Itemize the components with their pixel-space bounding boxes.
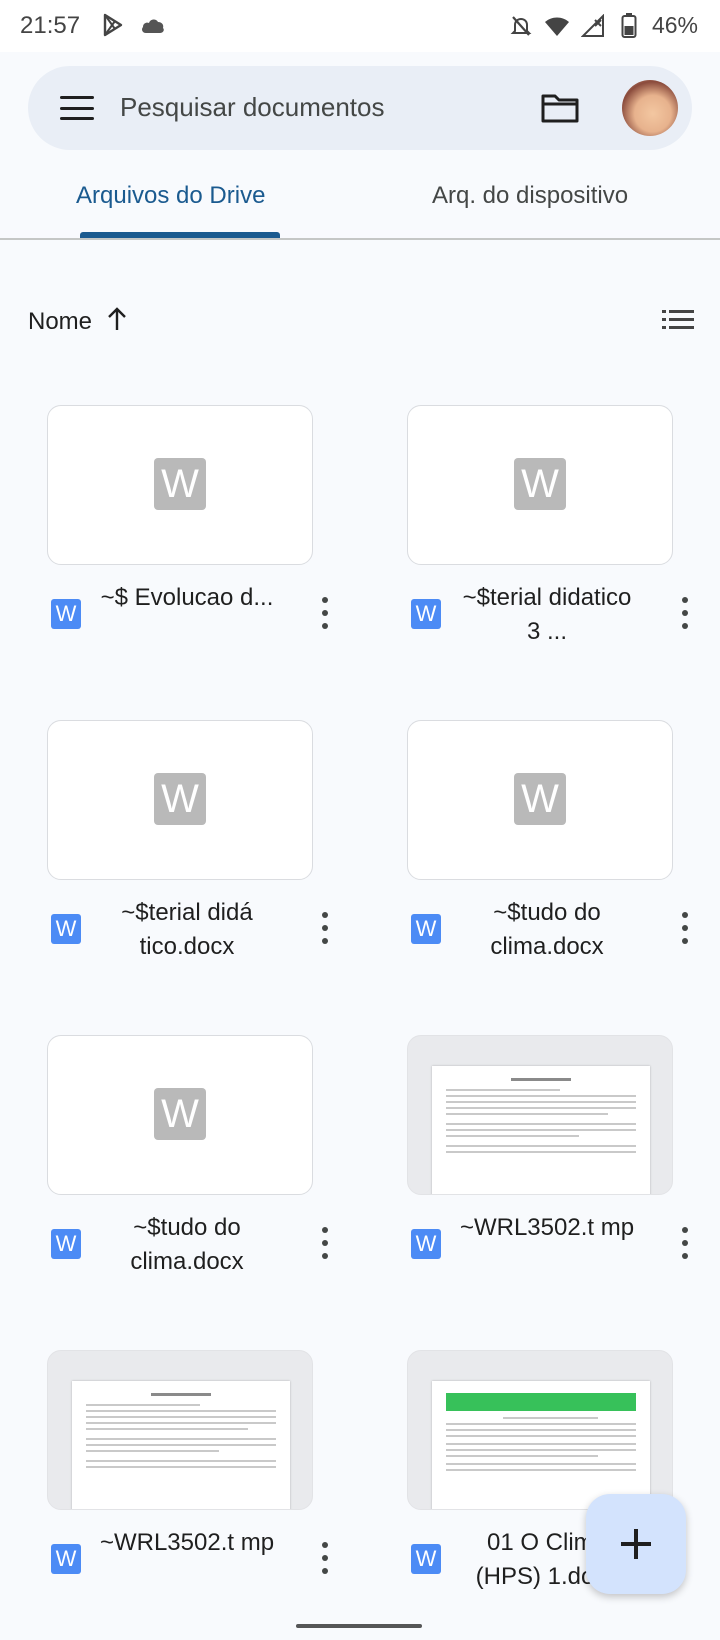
file-info-row: W ~WRL3502.t mp [389, 1205, 699, 1285]
status-right: 46% [508, 12, 698, 39]
word-placeholder-icon: W [514, 773, 566, 825]
file-name: ~$ Evolucao d... [100, 584, 274, 611]
mute-icon [508, 13, 534, 39]
more-options-icon[interactable] [675, 1223, 695, 1263]
tab-drive-files[interactable]: Arquivos do Drive [76, 182, 265, 210]
word-placeholder-icon: W [154, 458, 206, 510]
file-info-row: W ~$tudo do clima.docx [29, 1205, 339, 1285]
file-name: ~WRL3502.t mp [459, 1214, 635, 1241]
search-input[interactable]: Pesquisar documentos [120, 92, 384, 123]
cloud-icon [140, 12, 166, 38]
folder-icon[interactable] [540, 90, 580, 126]
list-view-icon[interactable] [662, 308, 694, 334]
word-file-icon: W [411, 1229, 441, 1259]
new-document-button[interactable] [586, 1494, 686, 1594]
word-file-icon: W [51, 1229, 81, 1259]
status-time: 21:57 [20, 12, 81, 39]
file-info-row: W ~$terial didá tico.docx [29, 890, 339, 970]
avatar[interactable] [622, 80, 678, 136]
file-thumbnail[interactable]: W [47, 720, 313, 880]
play-store-icon [100, 12, 126, 38]
file-card[interactable]: W ~WRL3502.t mp [389, 1035, 699, 1335]
more-options-icon[interactable] [315, 1538, 335, 1578]
battery-percent: 46% [651, 12, 698, 38]
tab-device-files[interactable]: Arq. do dispositivo [432, 182, 628, 210]
wifi-icon [544, 13, 570, 39]
status-left-icons [100, 12, 166, 38]
file-card[interactable]: W W ~$ Evolucao d... [29, 405, 339, 705]
tab-indicator [80, 232, 280, 238]
file-thumbnail[interactable]: W [407, 720, 673, 880]
file-thumbnail[interactable]: W [47, 1035, 313, 1195]
more-options-icon[interactable] [675, 593, 695, 633]
file-card[interactable]: W W ~$terial didá tico.docx [29, 720, 339, 1020]
file-card[interactable]: W W ~$tudo do clima.docx [29, 1035, 339, 1335]
file-card[interactable]: W ~WRL3502.t mp [29, 1350, 339, 1640]
document-preview [432, 1381, 650, 1509]
menu-icon[interactable] [60, 92, 94, 124]
word-file-icon: W [51, 599, 81, 629]
file-info-row: W ~$ Evolucao d... [29, 575, 339, 655]
gesture-nav-handle[interactable] [296, 1624, 422, 1628]
file-info-row: W ~$tudo do clima.docx [389, 890, 699, 970]
more-options-icon[interactable] [315, 593, 335, 633]
word-file-icon: W [51, 1544, 81, 1574]
word-placeholder-icon: W [154, 1088, 206, 1140]
more-options-icon[interactable] [315, 908, 335, 948]
file-card[interactable]: W W ~$tudo do clima.docx [389, 720, 699, 1020]
file-thumbnail[interactable] [407, 1035, 673, 1195]
file-name: ~$tudo do clima.docx [490, 899, 604, 960]
sort-label[interactable]: Nome [28, 308, 92, 336]
document-preview [72, 1381, 290, 1509]
file-thumbnail[interactable] [407, 1350, 673, 1510]
file-card[interactable]: W W ~$terial didatico 3 ... [389, 405, 699, 705]
word-file-icon: W [411, 599, 441, 629]
more-options-icon[interactable] [315, 1223, 335, 1263]
file-thumbnail[interactable] [47, 1350, 313, 1510]
signal-icon [580, 13, 606, 39]
word-file-icon: W [411, 914, 441, 944]
word-file-icon: W [51, 914, 81, 944]
word-placeholder-icon: W [514, 458, 566, 510]
document-preview [432, 1066, 650, 1194]
plus-icon [621, 1529, 651, 1559]
tab-bar: Arquivos do Drive Arq. do dispositivo [0, 160, 720, 240]
word-file-icon: W [411, 1544, 441, 1574]
search-bar[interactable]: Pesquisar documentos [28, 66, 692, 150]
file-name: ~$tudo do clima.docx [130, 1214, 244, 1275]
status-bar: 21:57 46% [0, 0, 720, 52]
sort-row: Nome [0, 300, 720, 344]
arrow-up-icon[interactable] [106, 306, 128, 332]
word-placeholder-icon: W [154, 773, 206, 825]
battery-icon [616, 12, 642, 39]
file-thumbnail[interactable]: W [407, 405, 673, 565]
file-name: ~$terial didá tico.docx [121, 899, 253, 960]
file-info-row: W ~WRL3502.t mp [29, 1520, 339, 1600]
file-thumbnail[interactable]: W [47, 405, 313, 565]
more-options-icon[interactable] [675, 908, 695, 948]
file-info-row: W ~$terial didatico 3 ... [389, 575, 699, 655]
file-name: ~$terial didatico 3 ... [462, 584, 632, 645]
file-name: ~WRL3502.t mp [99, 1529, 275, 1556]
